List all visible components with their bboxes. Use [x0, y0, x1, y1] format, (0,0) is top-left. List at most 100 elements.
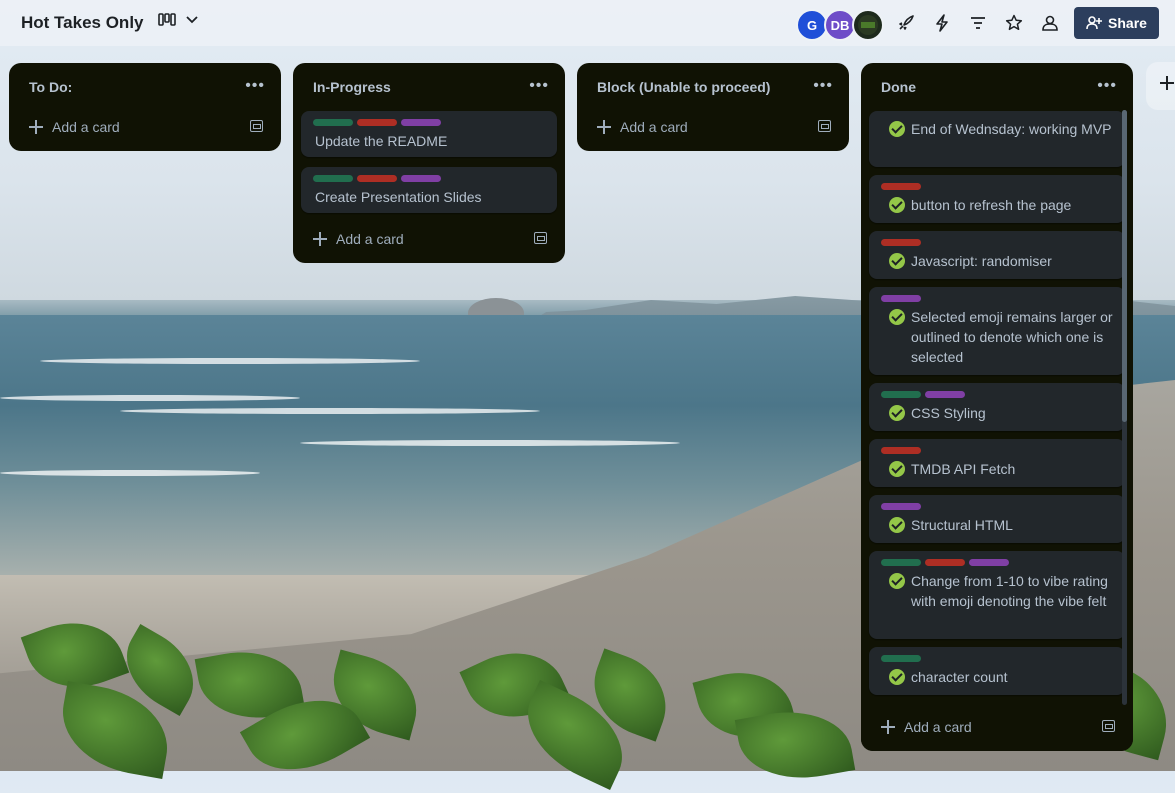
rocket-icon[interactable]: [896, 13, 916, 33]
label-red[interactable]: [357, 119, 397, 126]
complete-check-icon[interactable]: [889, 197, 905, 213]
complete-check-icon[interactable]: [889, 461, 905, 477]
card[interactable]: Javascript: randomiser: [869, 231, 1125, 279]
card-title: Change from 1-10 to vibe rating with emo…: [911, 573, 1108, 609]
card-template-icon[interactable]: [818, 120, 831, 132]
board-title[interactable]: Hot Takes Only: [21, 13, 144, 33]
card-labels: [881, 503, 921, 510]
list-footer: Add a card: [861, 703, 1133, 751]
label-green[interactable]: [313, 175, 353, 182]
board-header: Hot Takes Only G DB Share: [0, 0, 1175, 46]
list-scrollbar[interactable]: [1122, 110, 1127, 705]
card[interactable]: Create Presentation Slides: [301, 167, 557, 213]
card-template-icon[interactable]: [534, 232, 547, 244]
card-labels: [881, 183, 921, 190]
card-title: TMDB API Fetch: [911, 461, 1016, 477]
label-red[interactable]: [357, 175, 397, 182]
complete-check-icon[interactable]: [889, 253, 905, 269]
background-wave: [0, 395, 300, 401]
card-labels: [313, 119, 441, 126]
list-in-progress: In-Progress ••• Update the README Create…: [293, 63, 565, 263]
card-title: Create Presentation Slides: [315, 189, 482, 205]
list-menu-icon[interactable]: •••: [1097, 77, 1117, 95]
card-labels: [881, 239, 921, 246]
label-purple[interactable]: [401, 119, 441, 126]
list-title[interactable]: In-Progress: [313, 79, 391, 95]
card-template-icon[interactable]: [250, 120, 263, 132]
card-title: button to refresh the page: [911, 197, 1072, 213]
list-menu-icon[interactable]: •••: [813, 77, 833, 95]
label-purple[interactable]: [969, 559, 1009, 566]
add-list-button[interactable]: [1146, 62, 1175, 110]
board-members: G DB: [796, 9, 884, 41]
complete-check-icon[interactable]: [889, 309, 905, 325]
add-card-button[interactable]: Add a card: [301, 223, 557, 255]
label-red[interactable]: [881, 183, 921, 190]
card-title: CSS Styling: [911, 405, 986, 421]
card-title: character count: [911, 669, 1008, 685]
add-card-button[interactable]: Add a card: [17, 111, 273, 143]
team-icon[interactable]: [1040, 13, 1060, 33]
complete-check-icon[interactable]: [889, 405, 905, 421]
card[interactable]: character count: [869, 647, 1125, 695]
list-header: Done •••: [861, 63, 1133, 107]
list-todo: To Do: ••• Add a card: [9, 63, 281, 151]
label-red[interactable]: [881, 447, 921, 454]
complete-check-icon[interactable]: [889, 669, 905, 685]
chevron-down-icon: [186, 16, 198, 24]
label-purple[interactable]: [401, 175, 441, 182]
card[interactable]: Structural HTML: [869, 495, 1125, 543]
list-menu-icon[interactable]: •••: [529, 77, 549, 95]
background-rock: [468, 298, 524, 328]
label-purple[interactable]: [881, 503, 921, 510]
card-labels: [881, 655, 921, 662]
add-card-button[interactable]: Add a card: [869, 711, 1125, 743]
star-icon[interactable]: [1004, 13, 1024, 33]
card-title: Structural HTML: [911, 517, 1013, 533]
add-card-label: Add a card: [620, 119, 688, 135]
share-button[interactable]: Share: [1074, 7, 1159, 39]
card[interactable]: Selected emoji remains larger or outline…: [869, 287, 1125, 375]
scrollbar-thumb[interactable]: [1122, 110, 1127, 422]
background-wave: [300, 440, 680, 446]
card[interactable]: TMDB API Fetch: [869, 439, 1125, 487]
card-labels: [881, 447, 921, 454]
add-card-label: Add a card: [904, 719, 972, 735]
label-purple[interactable]: [925, 391, 965, 398]
list-menu-icon[interactable]: •••: [245, 77, 265, 95]
label-green[interactable]: [881, 559, 921, 566]
list-title[interactable]: Block (Unable to proceed): [597, 79, 770, 95]
background-wave: [40, 358, 420, 364]
label-green[interactable]: [313, 119, 353, 126]
plus-icon: [881, 720, 895, 734]
complete-check-icon[interactable]: [889, 517, 905, 533]
list-header: To Do: •••: [9, 63, 281, 107]
label-green[interactable]: [881, 655, 921, 662]
card[interactable]: Change from 1-10 to vibe rating with emo…: [869, 551, 1125, 639]
label-green[interactable]: [881, 391, 921, 398]
card-labels: [881, 295, 921, 302]
plus-icon: [313, 232, 327, 246]
list-header: In-Progress •••: [293, 63, 565, 107]
complete-check-icon[interactable]: [889, 121, 905, 137]
list-done: Done ••• End of Wednsday: working MVP bu…: [861, 63, 1133, 751]
complete-check-icon[interactable]: [889, 573, 905, 589]
lightning-icon[interactable]: [932, 13, 952, 33]
card[interactable]: Update the README: [301, 111, 557, 157]
label-purple[interactable]: [881, 295, 921, 302]
board-view-switcher[interactable]: [158, 13, 198, 27]
plus-icon: [597, 120, 611, 134]
card[interactable]: button to refresh the page: [869, 175, 1125, 223]
card[interactable]: CSS Styling: [869, 383, 1125, 431]
add-card-button[interactable]: Add a card: [585, 111, 841, 143]
card-labels: [313, 175, 441, 182]
card-template-icon[interactable]: [1102, 720, 1115, 732]
label-red[interactable]: [925, 559, 965, 566]
plus-icon: [1160, 76, 1174, 90]
list-title[interactable]: Done: [881, 79, 916, 95]
filter-icon[interactable]: [968, 13, 988, 33]
label-red[interactable]: [881, 239, 921, 246]
avatar[interactable]: [852, 9, 884, 41]
list-title[interactable]: To Do:: [29, 79, 72, 95]
card[interactable]: End of Wednsday: working MVP: [869, 111, 1125, 167]
